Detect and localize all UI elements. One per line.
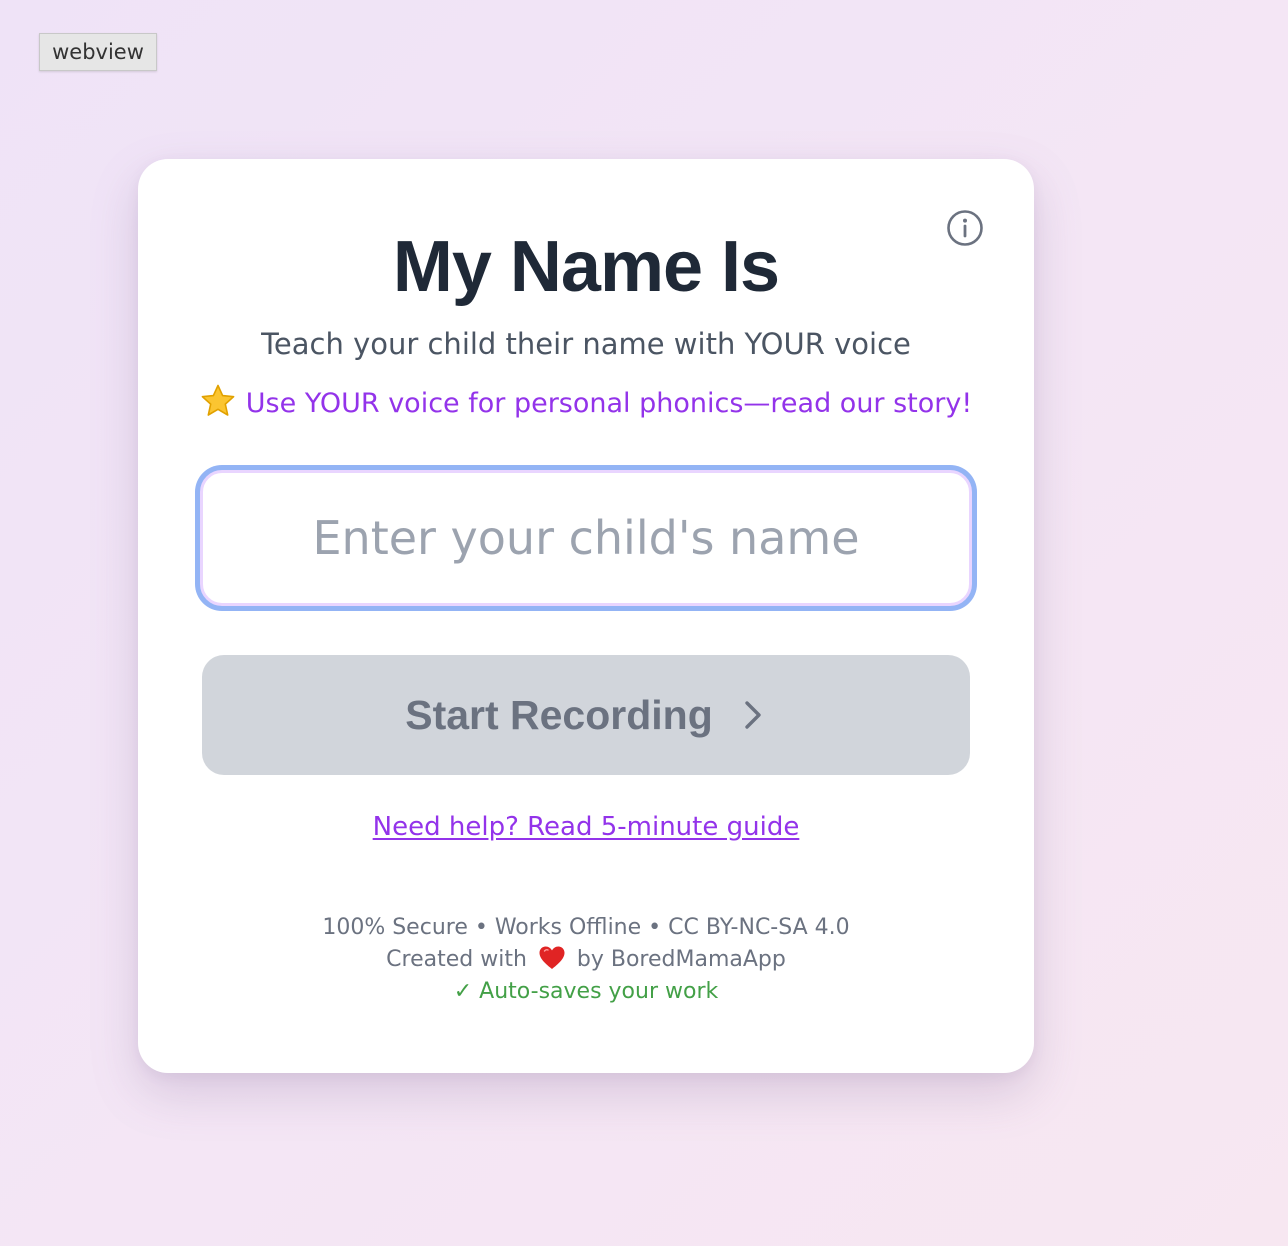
page-subtitle: Teach your child their name with YOUR vo… [261,327,911,361]
credits-prefix: Created with [386,947,527,972]
help-guide-container: Need help? Read 5-minute guide [138,809,1034,845]
footer-credits: Created with by BoredMamaApp [138,944,1034,976]
footer-badges: 100% Secure • Works Offline • CC BY-NC-S… [322,915,850,940]
start-recording-button[interactable]: Start Recording [202,655,970,775]
footer: 100% Secure • Works Offline • CC BY-NC-S… [138,912,1034,1008]
heart-icon [538,945,566,971]
promo-text: Use YOUR voice for personal phonics—read… [245,388,973,419]
help-guide-link[interactable]: Need help? Read 5-minute guide [373,812,800,842]
start-recording-label: Start Recording [405,691,713,738]
main-card: My Name Is Teach your child their name w… [138,159,1034,1073]
webview-label: webview [39,33,157,71]
promo-story-link[interactable]: Use YOUR voice for personal phonics—read… [138,383,1034,424]
autosave-status: ✓ Auto-saves your work [453,979,719,1004]
child-name-input[interactable] [200,470,972,606]
credits-suffix: by BoredMamaApp [576,947,786,972]
page-title: My Name Is [392,227,780,307]
star-icon [200,383,236,419]
chevron-right-icon [745,701,761,729]
